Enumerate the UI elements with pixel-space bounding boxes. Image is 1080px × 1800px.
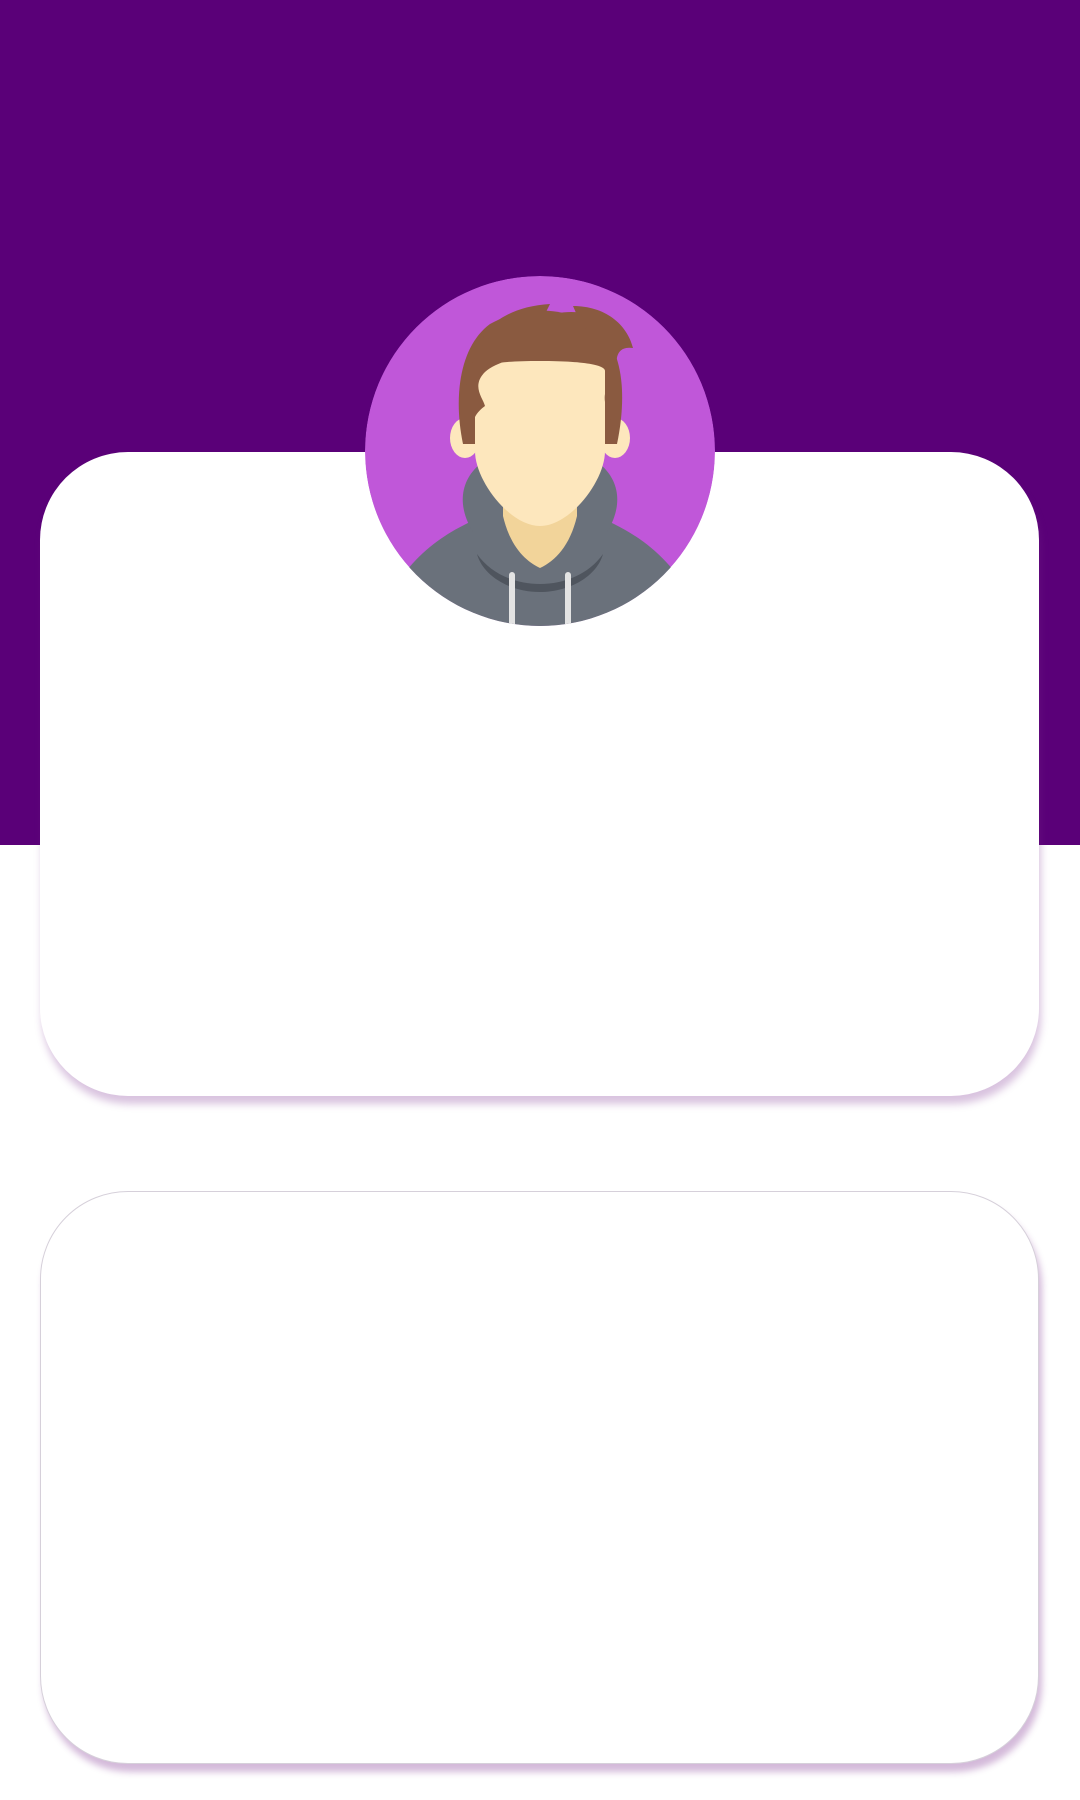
avatar[interactable]	[365, 276, 715, 626]
user-avatar-icon	[365, 276, 715, 626]
info-card	[40, 1191, 1039, 1764]
